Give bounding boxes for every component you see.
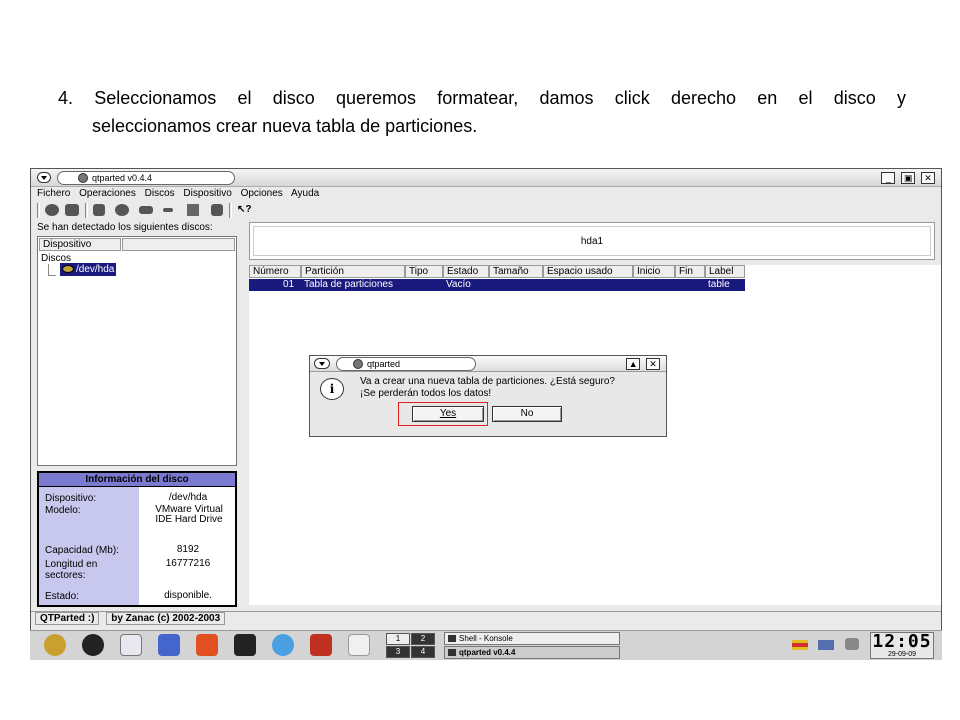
info-key: Dispositivo: <box>45 493 97 504</box>
menu-dispositivo[interactable]: Dispositivo <box>183 188 231 199</box>
task-konsole[interactable]: Shell - Konsole <box>444 632 620 645</box>
status-left: QTParted :) <box>35 612 100 625</box>
desktop-pager: 1 2 3 4 <box>386 633 436 659</box>
create-partition-icon[interactable] <box>45 204 59 216</box>
kde-menu-icon[interactable] <box>44 634 66 656</box>
menu-ayuda[interactable]: Ayuda <box>291 188 319 199</box>
format-icon[interactable] <box>115 204 129 216</box>
volume-icon[interactable] <box>844 638 859 650</box>
home-icon[interactable] <box>196 634 218 656</box>
task-qtparted[interactable]: qtparted v0.4.4 <box>444 646 620 659</box>
info-value: VMware Virtual IDE Hard Drive <box>149 505 229 525</box>
clock[interactable]: 12:05 29-09-09 <box>870 632 934 659</box>
flag-icon[interactable] <box>792 640 808 650</box>
minimize-icon[interactable]: _ <box>881 172 896 184</box>
move-icon[interactable] <box>187 204 199 216</box>
trash-icon[interactable] <box>211 204 223 216</box>
col-particion[interactable]: Partición <box>301 265 405 278</box>
taskbar: 1 2 3 4 Shell - Konsole qtparted v0.4.4 … <box>30 630 942 660</box>
info-key: Capacidad (Mb): <box>45 545 119 556</box>
eraser-icon[interactable] <box>139 206 153 214</box>
dialog-menu-icon[interactable] <box>314 358 330 369</box>
network-icon[interactable] <box>272 634 294 656</box>
col-numero[interactable]: Número <box>249 265 301 278</box>
dialog-close-icon[interactable]: ✕ <box>646 358 660 370</box>
info-value: 8192 <box>143 545 233 555</box>
qtparted-screenshot: qtparted v0.4.4 _ ▣ ✕ Fichero Operacione… <box>30 168 942 660</box>
tree-header-blank[interactable] <box>122 238 235 251</box>
dialog-message: Va a crear una nueva tabla de particione… <box>360 376 615 399</box>
system-tray <box>792 637 859 655</box>
terminal-icon[interactable] <box>234 634 256 656</box>
info-value: /dev/hda <box>143 493 233 503</box>
menu-fichero[interactable]: Fichero <box>37 188 70 199</box>
clock-date: 29-09-09 <box>887 651 917 658</box>
window-title: qtparted v0.4.4 <box>57 171 235 185</box>
penguin-icon[interactable] <box>82 634 104 656</box>
app-red-icon[interactable] <box>310 634 332 656</box>
wrench-icon[interactable] <box>93 204 105 216</box>
instruction-line-1: 4. Seleccionamos el disco queremos forma… <box>58 88 906 108</box>
info-value: 16777216 <box>143 559 233 569</box>
instruction-line-2: seleccionamos crear nueva tabla de parti… <box>92 116 478 136</box>
app-icon <box>353 359 363 369</box>
menu-operaciones[interactable]: Operaciones <box>79 188 136 199</box>
menubar: Fichero Operaciones Discos Dispositivo O… <box>37 187 325 201</box>
help-icon[interactable]: ↖? <box>237 204 252 216</box>
desktop-2[interactable]: 2 <box>411 633 435 645</box>
tree-header-dispositivo[interactable]: Dispositivo <box>39 238 121 251</box>
tray-network-icon[interactable] <box>818 640 835 650</box>
disk-icon <box>62 265 74 273</box>
col-estado[interactable]: Estado <box>443 265 489 278</box>
toolbar: ↖? <box>35 202 940 220</box>
col-fin[interactable]: Fin <box>675 265 705 278</box>
disk-info-panel: Información del disco Dispositivo: /dev/h… <box>37 471 237 607</box>
desktop-1[interactable]: 1 <box>386 633 410 645</box>
tree-node-dev-hda[interactable]: /dev/hda <box>60 263 117 276</box>
disk-info-title: Información del disco <box>39 473 235 487</box>
info-key: Modelo: <box>45 505 81 516</box>
col-inicio[interactable]: Inicio <box>633 265 675 278</box>
menu-discos[interactable]: Discos <box>145 188 175 199</box>
info-key: Longitud en sectores: <box>45 559 98 581</box>
folder-icon[interactable] <box>120 634 142 656</box>
info-icon: i <box>320 378 344 400</box>
window-menu-icon[interactable] <box>37 172 51 183</box>
disk-map[interactable]: hda1 <box>249 222 935 260</box>
desktop-3[interactable]: 3 <box>386 646 410 658</box>
task-list: Shell - Konsole qtparted v0.4.4 <box>444 632 620 660</box>
dialog-shade-icon[interactable]: ▲ <box>626 358 641 370</box>
no-button[interactable]: No <box>492 406 562 422</box>
table-row[interactable]: 01 Tabla de particiones Vacío table <box>249 279 745 291</box>
disk-tree: Dispositivo Discos /dev/hda <box>37 236 237 466</box>
app-icon <box>78 173 88 183</box>
delete-partition-icon[interactable] <box>65 204 79 216</box>
status-bar: QTParted :) by Zanac (c) 2002-2003 <box>31 611 941 625</box>
col-label[interactable]: Label <box>705 265 745 278</box>
confirm-dialog: qtparted ▲ ✕ i Va a crear una nueva tabl… <box>309 355 667 437</box>
yes-button[interactable]: Yes <box>412 406 484 422</box>
close-icon[interactable]: ✕ <box>921 172 935 184</box>
clock-time: 12:05 <box>872 631 932 652</box>
col-tamano[interactable]: Tamaño <box>489 265 543 278</box>
editor-icon[interactable] <box>158 634 180 656</box>
col-espacio-usado[interactable]: Espacio usado <box>543 265 633 278</box>
figure-icon[interactable] <box>348 634 370 656</box>
menu-opciones[interactable]: Opciones <box>241 188 283 199</box>
col-tipo[interactable]: Tipo <box>405 265 443 278</box>
status-right: by Zanac (c) 2002-2003 <box>106 612 226 625</box>
partition-block-hda1[interactable]: hda1 <box>253 226 931 256</box>
resize-icon[interactable] <box>163 208 173 212</box>
info-value: disponible. <box>143 591 233 601</box>
dialog-title: qtparted <box>336 357 476 371</box>
window-titlebar: qtparted v0.4.4 _ ▣ ✕ <box>31 169 941 187</box>
detected-disks-label: Se han detectado los siguientes discos: <box>37 222 213 233</box>
desktop-4[interactable]: 4 <box>411 646 435 658</box>
maximize-icon[interactable]: ▣ <box>901 172 916 184</box>
info-key: Estado: <box>45 591 79 602</box>
